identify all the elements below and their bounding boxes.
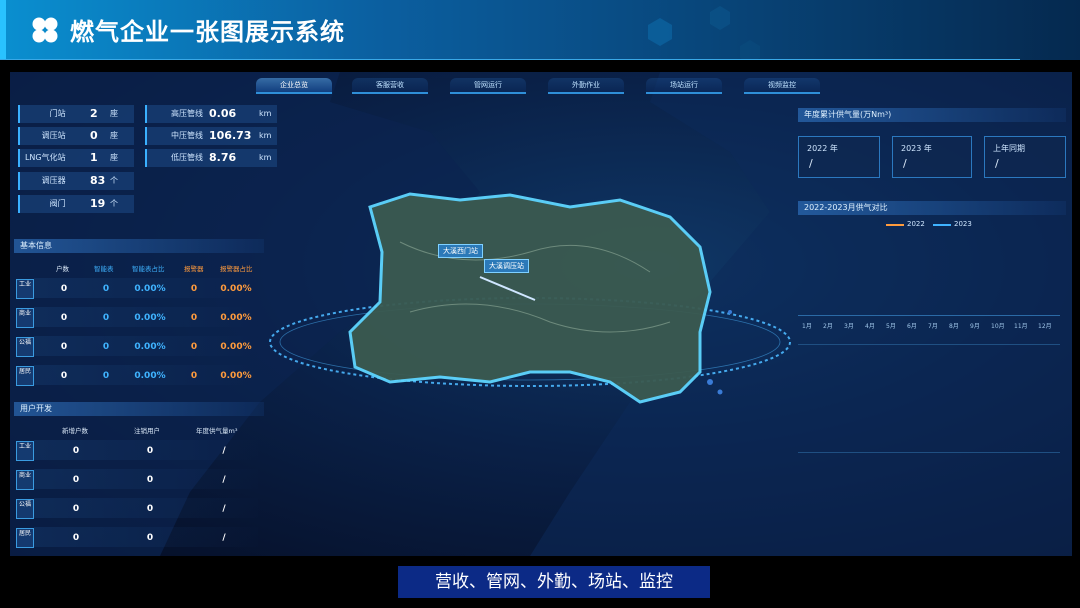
compare-title: 2022-2023月供气对比 [798, 201, 1066, 215]
th-annual-supply: 年度供气量m³ [196, 427, 238, 435]
caption-text: 营收、管网、外勤、场站、监控 [435, 572, 673, 592]
caption-box: 营收、管网、外勤、场站、监控 [398, 566, 710, 598]
basic-info-title: 基本信息 [14, 239, 264, 253]
card-2023: 2023 年 / [892, 136, 972, 178]
tab-video[interactable]: 视频监控 [744, 78, 820, 94]
user-dev-title: 用户开发 [14, 402, 264, 416]
tab-pipeline[interactable]: 管网运行 [450, 78, 526, 94]
row-label-resident: 居民 [16, 366, 34, 386]
chart-baseline [798, 315, 1060, 316]
row-label-commerce: 商业 [16, 308, 34, 328]
th-cancelled-users: 注销用户 [134, 427, 160, 435]
th-alarm-ratio: 报警器占比 [220, 265, 253, 273]
row-label-public: 公福 [16, 499, 34, 519]
header-accent [0, 0, 6, 60]
stat-high-pressure: 高压管线 0.06 km [145, 105, 277, 123]
hexagon-decoration [648, 6, 760, 60]
row-label-resident: 居民 [16, 528, 34, 548]
stat-mid-pressure: 中压管线 106.73 km [145, 127, 277, 145]
card-last-year: 上年同期 / [984, 136, 1066, 178]
row-label-industry: 工业 [16, 279, 34, 299]
dashboard-screen: 大溪西门站 大溪调压站 企业总览 客服营收 管网运行 外勤作业 场站运行 视频监… [10, 72, 1072, 556]
top-nav: 企业总览 客服营收 管网运行 外勤作业 场站运行 视频监控 [10, 78, 1072, 94]
th-smart-meter: 智能表 [94, 265, 114, 273]
row-label-industry: 工业 [16, 441, 34, 461]
tab-station[interactable]: 场站运行 [646, 78, 722, 94]
map-label-regulator[interactable]: 大溪调压站 [484, 259, 529, 273]
legend-swatch-2023 [933, 224, 951, 226]
legend-swatch-2022 [886, 224, 904, 226]
monthly-chart-area [798, 237, 1060, 317]
page-title: 燃气企业一张图展示系统 [70, 18, 345, 46]
legend-2023[interactable]: 2023 [954, 220, 972, 228]
th-alarm: 报警器 [184, 265, 204, 273]
tab-field-work[interactable]: 外勤作业 [548, 78, 624, 94]
th-new-users: 新增户数 [62, 427, 88, 435]
stat-valve: 阀门 19 个 [18, 195, 134, 213]
stat-regulator: 调压器 83 个 [18, 172, 134, 190]
header-bar: 燃气企业一张图展示系统 [0, 0, 1080, 60]
stat-gate-station: 门站 2 座 [18, 105, 134, 123]
legend-2022[interactable]: 2022 [907, 220, 925, 228]
th-households: 户数 [56, 265, 69, 273]
supply-title: 年度累计供气量(万Nm³) [798, 108, 1066, 122]
month-axis: 1月 2月 3月 4月 5月 6月 7月 8月 9月 10月 11月 12月 [802, 323, 1052, 330]
tab-customer-service[interactable]: 客服营收 [352, 78, 428, 94]
slide: 燃气企业一张图展示系统 大溪西门站 大溪调压站 企业总览 客服营收 管网运行 外… [0, 0, 1080, 608]
card-2022: 2022 年 / [798, 136, 880, 178]
header-divider [0, 59, 1020, 60]
th-smart-meter-ratio: 智能表占比 [132, 265, 165, 273]
map-label-station[interactable]: 大溪西门站 [438, 244, 483, 258]
divider [798, 344, 1060, 345]
stat-low-pressure: 低压管线 8.76 km [145, 149, 277, 167]
divider [798, 452, 1060, 453]
stat-lng-station: LNG气化站 1 座 [18, 149, 134, 167]
row-label-commerce: 商业 [16, 470, 34, 490]
stat-regulator-station: 调压站 0 座 [18, 127, 134, 145]
row-label-public: 公福 [16, 337, 34, 357]
clover-logo-icon [32, 17, 58, 43]
tab-overview[interactable]: 企业总览 [256, 78, 332, 94]
